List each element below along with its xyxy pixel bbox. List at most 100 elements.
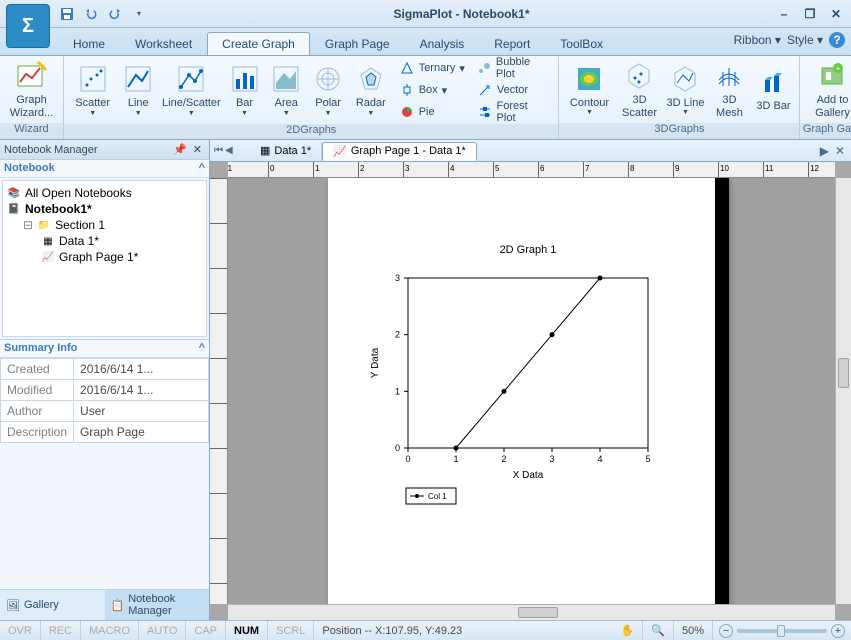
ribbon-toggle[interactable]: Ribbon ▾ (734, 33, 781, 47)
svg-text:2: 2 (395, 330, 400, 340)
polar-button[interactable]: Polar▼ (309, 59, 347, 121)
tree-data[interactable]: ▦Data 1* (7, 233, 202, 249)
style-menu[interactable]: Style ▾ (787, 33, 823, 47)
help-button[interactable]: ? (829, 32, 845, 48)
zoom-value[interactable]: 50% (674, 621, 713, 640)
notebook-tree[interactable]: 📚All Open Notebooks 📓Notebook1* ⊟📁Sectio… (2, 180, 207, 337)
status-position: Position -- X:107.95, Y:49.23 (314, 621, 470, 640)
3d-scatter-button[interactable]: 3D Scatter (617, 59, 661, 121)
zoom-in-button[interactable]: + (831, 624, 845, 638)
status-cap[interactable]: CAP (186, 621, 226, 640)
qat-more[interactable]: ▾ (130, 5, 148, 23)
tab-report[interactable]: Report (479, 32, 545, 55)
tab-create-graph[interactable]: Create Graph (207, 32, 310, 55)
svg-text:0: 0 (405, 454, 410, 464)
page-workspace[interactable]: 2D Graph 10123450123X DataY DataCol 1 (228, 178, 835, 604)
doc-tab-data[interactable]: ▦Data 1* (250, 142, 322, 159)
status-rec[interactable]: REC (41, 621, 81, 640)
tab-nav-next-icon[interactable]: ▶ (820, 144, 829, 158)
vertical-scrollbar[interactable] (835, 178, 851, 604)
window-title: SigmaPlot - Notebook1* (148, 7, 775, 21)
close-button[interactable]: ✕ (827, 5, 845, 23)
collapse-icon[interactable]: ^ (199, 342, 205, 355)
ribbon-tabstrip: Home Worksheet Create Graph Graph Page A… (0, 28, 851, 56)
contour-button[interactable]: Contour▼ (565, 59, 613, 121)
status-auto[interactable]: AUTO (139, 621, 186, 640)
gallery-icon: + (816, 60, 848, 92)
table-row: Modified2016/6/14 1... (1, 379, 209, 400)
worksheet-icon: ▦ (260, 144, 270, 157)
3d-mesh-button[interactable]: 3D Mesh (709, 59, 749, 121)
group-label-2d: 2DGraphs (64, 124, 558, 139)
horizontal-scrollbar[interactable] (228, 604, 835, 620)
bubble-plot-button[interactable]: Bubble Plot (473, 58, 553, 78)
status-ovr[interactable]: OVR (0, 621, 41, 640)
pan-tool-icon[interactable]: ✋ (613, 621, 644, 640)
line-scatter-button[interactable]: Line/Scatter▼ (161, 59, 221, 121)
scrollbar-thumb[interactable] (518, 607, 558, 618)
line-button[interactable]: Line▼ (119, 59, 157, 121)
maximize-button[interactable]: ❐ (801, 5, 819, 23)
svg-text:2: 2 (501, 454, 506, 464)
qat-redo[interactable] (106, 5, 124, 23)
svg-text:1: 1 (453, 454, 458, 464)
area-button[interactable]: Area▼ (267, 59, 305, 121)
vector-button[interactable]: Vector (473, 80, 553, 100)
tab-worksheet[interactable]: Worksheet (120, 32, 207, 55)
tab-analysis[interactable]: Analysis (405, 32, 480, 55)
graph-wizard-button[interactable]: Graph Wizard... (6, 59, 57, 121)
line-icon (122, 63, 154, 95)
panel-pin-icon[interactable]: 📌 (170, 143, 190, 156)
notebook-manager-panel: Notebook Manager 📌 ✕ Notebook^ 📚All Open… (0, 140, 210, 620)
tab-nav-first-icon[interactable]: ⏮ (214, 145, 223, 156)
status-macro[interactable]: MACRO (81, 621, 139, 640)
qat-undo[interactable] (82, 5, 100, 23)
status-num[interactable]: NUM (226, 621, 268, 640)
tab-toolbox[interactable]: ToolBox (545, 32, 618, 55)
tab-home[interactable]: Home (58, 32, 120, 55)
graph-page-icon: 📈 (333, 145, 347, 158)
ternary-button[interactable]: Ternary ▾ (395, 58, 469, 78)
tree-section[interactable]: ⊟📁Section 1 (7, 217, 202, 233)
tree-notebook[interactable]: 📓Notebook1* (7, 201, 202, 217)
worksheet-icon: ▦ (41, 234, 55, 248)
contour-icon (573, 63, 605, 95)
status-scrl[interactable]: SCRL (268, 621, 314, 640)
bar-button[interactable]: Bar▼ (226, 59, 264, 121)
3d-line-button[interactable]: 3D Line▼ (665, 59, 705, 121)
notebook-manager-tab[interactable]: 📋Notebook Manager (105, 590, 210, 620)
vertical-ruler (210, 178, 228, 604)
collapse-icon[interactable]: ^ (199, 162, 205, 175)
tab-nav-prev-icon[interactable]: ◀ (225, 145, 233, 156)
zoom-slider-knob[interactable] (777, 625, 785, 637)
tree-graph-page[interactable]: 📈Graph Page 1* (7, 249, 202, 265)
minimize-button[interactable]: – (775, 5, 793, 23)
forest-plot-button[interactable]: Forest Plot (473, 102, 553, 122)
tab-graph-page[interactable]: Graph Page (310, 32, 405, 55)
add-to-gallery-button[interactable]: +Add to Gallery (806, 59, 851, 121)
svg-text:1: 1 (395, 386, 400, 396)
3d-line-icon (669, 63, 701, 95)
tab-close-icon[interactable]: ✕ (835, 144, 845, 158)
zoom-slider[interactable] (737, 629, 827, 633)
svg-text:2D Graph 1: 2D Graph 1 (500, 244, 557, 256)
notebook-icon: 📓 (7, 202, 21, 216)
zoom-out-button[interactable]: − (719, 624, 733, 638)
pie-button[interactable]: Pie (395, 102, 469, 122)
gallery-tab[interactable]: 🖼Gallery (0, 590, 105, 620)
3d-bar-button[interactable]: 3D Bar (753, 59, 793, 121)
panel-close-icon[interactable]: ✕ (190, 143, 205, 156)
radar-button[interactable]: Radar▼ (351, 59, 391, 121)
svg-text:3: 3 (395, 273, 400, 283)
scatter-button[interactable]: Scatter▼ (70, 59, 115, 121)
zoom-tool-icon[interactable]: 🔍 (643, 621, 674, 640)
app-icon[interactable]: Σ (6, 4, 50, 48)
tree-root[interactable]: 📚All Open Notebooks (7, 185, 202, 201)
doc-tab-graph-page[interactable]: 📈Graph Page 1 - Data 1* (322, 142, 477, 161)
qat-save[interactable] (58, 5, 76, 23)
group-label-3d: 3DGraphs (559, 123, 799, 139)
scrollbar-thumb[interactable] (838, 358, 849, 388)
graph-page[interactable]: 2D Graph 10123450123X DataY DataCol 1 (328, 178, 728, 604)
box-button[interactable]: Box ▾ (395, 80, 469, 100)
ribbon: Graph Wizard... Wizard Scatter▼ Line▼ Li… (0, 56, 851, 140)
